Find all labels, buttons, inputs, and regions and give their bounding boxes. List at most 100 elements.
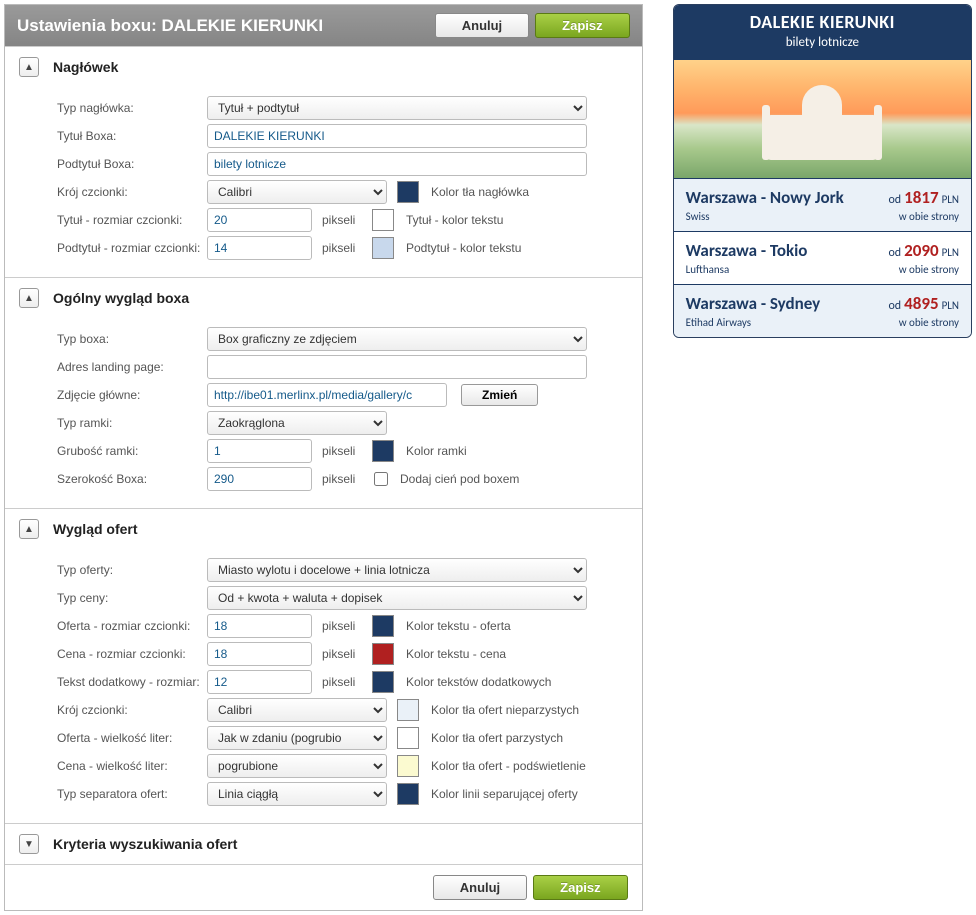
- kroj-select[interactable]: Calibri: [207, 180, 387, 204]
- tytul-size-label: Tytuł - rozmiar czcionki:: [57, 213, 207, 227]
- typ-naglowka-label: Typ nagłówka:: [57, 101, 207, 115]
- toggle-wyglad[interactable]: ▲: [19, 288, 39, 308]
- tytul-color-swatch[interactable]: [372, 209, 394, 231]
- offer-airline: Lufthansa: [686, 263, 808, 276]
- cancel-button-bottom[interactable]: Anuluj: [433, 875, 527, 900]
- cena-color-swatch[interactable]: [372, 643, 394, 665]
- podtytul-color-swatch[interactable]: [372, 237, 394, 259]
- podtytul-size-input[interactable]: [207, 236, 312, 260]
- even-bg-swatch[interactable]: [397, 727, 419, 749]
- settings-panel: Ustawienia boxu: DALEKIE KIERUNKI Anuluj…: [4, 4, 643, 911]
- offer-item[interactable]: Warszawa - SydneyEtihad Airwaysod4895PLN…: [674, 284, 971, 337]
- offer-note: w obie strony: [888, 210, 959, 223]
- px-u6: pikseli: [322, 647, 362, 661]
- oferta-color-swatch[interactable]: [372, 615, 394, 637]
- offer-airline: Etihad Airways: [686, 316, 821, 329]
- zdjecie-input[interactable]: [207, 383, 447, 407]
- oferta-color-label: Kolor tekstu - oferta: [406, 619, 511, 633]
- highlight-bg-label: Kolor tła ofert - podświetlenie: [431, 759, 586, 773]
- preview-header: DALEKIE KIERUNKI bilety lotnicze: [674, 5, 971, 60]
- offer-price: od2090PLN: [888, 240, 959, 261]
- typ-ramki-select[interactable]: Zaokrąglona: [207, 411, 387, 435]
- sep-color-swatch[interactable]: [397, 783, 419, 805]
- odd-bg-label: Kolor tła ofert nieparzystych: [431, 703, 579, 717]
- cien-label: Dodaj cień pod boxem: [400, 472, 519, 486]
- offer-note: w obie strony: [888, 263, 959, 276]
- section-title-naglowek: Nagłówek: [53, 59, 118, 75]
- header-prefix: Ustawienia boxu:: [17, 16, 162, 35]
- tytul-size-input[interactable]: [207, 208, 312, 232]
- ramka-color-swatch[interactable]: [372, 440, 394, 462]
- typ-naglowka-select[interactable]: Tytuł + podtytuł: [207, 96, 587, 120]
- dod-color-label: Kolor tekstów dodatkowych: [406, 675, 551, 689]
- offer-item[interactable]: Warszawa - Tokio Lufthansa od2090PLN w obie…: [674, 231, 971, 284]
- toggle-ofert[interactable]: ▲: [19, 519, 39, 539]
- odd-bg-swatch[interactable]: [397, 699, 419, 721]
- toggle-kryteria[interactable]: ▼: [19, 834, 39, 854]
- cena-color-label: Kolor tekstu - cena: [406, 647, 506, 661]
- sep-label: Typ separatora ofert:: [57, 787, 207, 801]
- save-button-bottom[interactable]: Zapisz: [533, 875, 627, 900]
- offers-list: Warszawa - Nowy JorkSwissod1817PLNw obie…: [674, 178, 971, 337]
- typ-oferty-select[interactable]: Miasto wylotu i docelowe + linia lotnicz…: [207, 558, 587, 582]
- dod-color-swatch[interactable]: [372, 671, 394, 693]
- szer-input[interactable]: [207, 467, 312, 491]
- podtytul-label: Podtytuł Boxa:: [57, 157, 207, 171]
- px-unit4: pikseli: [322, 472, 362, 486]
- typ-boxa-select[interactable]: Box graficzny ze zdjęciem: [207, 327, 587, 351]
- cena-litery-select[interactable]: pogrubione: [207, 754, 387, 778]
- podtytul-input[interactable]: [207, 152, 587, 176]
- landing-label: Adres landing page:: [57, 360, 207, 374]
- typ-ceny-label: Typ ceny:: [57, 591, 207, 605]
- offer-price: od1817PLN: [888, 187, 959, 208]
- cena-litery-label: Cena - wielkość liter:: [57, 759, 207, 773]
- dod-size-label: Tekst dodatkowy - rozmiar:: [57, 675, 207, 689]
- offer-airline: Swiss: [686, 210, 844, 223]
- cena-size-label: Cena - rozmiar czcionki:: [57, 647, 207, 661]
- section-title-wyglad: Ogólny wygląd boxa: [53, 290, 189, 306]
- preview-image: [674, 60, 971, 178]
- szer-label: Szerokość Boxa:: [57, 472, 207, 486]
- save-button-top[interactable]: Zapisz: [535, 13, 629, 38]
- highlight-bg-swatch[interactable]: [397, 755, 419, 777]
- change-image-button[interactable]: Zmień: [461, 384, 538, 406]
- px-unit: pikseli: [322, 213, 362, 227]
- tytul-input[interactable]: [207, 124, 587, 148]
- preview-subtitle: bilety lotnicze: [682, 35, 963, 50]
- offer-item[interactable]: Warszawa - Nowy JorkSwissod1817PLNw obie…: [674, 178, 971, 231]
- cien-checkbox[interactable]: [374, 472, 388, 486]
- grubosc-input[interactable]: [207, 439, 312, 463]
- header-bg-label: Kolor tła nagłówka: [431, 185, 529, 199]
- typ-ceny-select[interactable]: Od + kwota + waluta + dopisek: [207, 586, 587, 610]
- sep-select[interactable]: Linia ciągłą: [207, 782, 387, 806]
- landing-input[interactable]: [207, 355, 587, 379]
- panel-header: Ustawienia boxu: DALEKIE KIERUNKI Anuluj…: [5, 5, 642, 46]
- px-unit2: pikseli: [322, 241, 362, 255]
- cena-size-input[interactable]: [207, 642, 312, 666]
- header-bg-swatch[interactable]: [397, 181, 419, 203]
- cancel-button-top[interactable]: Anuluj: [435, 13, 529, 38]
- offer-note: w obie strony: [888, 316, 959, 329]
- kroj-label: Krój czcionki:: [57, 185, 207, 199]
- podtytul-size-label: Podtytuł - rozmiar czcionki:: [57, 241, 207, 255]
- typ-ramki-label: Typ ramki:: [57, 416, 207, 430]
- litery-select[interactable]: Jak w zdaniu (pogrubio: [207, 726, 387, 750]
- toggle-naglowek[interactable]: ▲: [19, 57, 39, 77]
- sep-color-label: Kolor linii separującej oferty: [431, 787, 578, 801]
- typ-oferty-label: Typ oferty:: [57, 563, 207, 577]
- preview-title: DALEKIE KIERUNKI: [682, 11, 963, 33]
- offer-route: Warszawa - Tokio: [686, 240, 808, 261]
- even-bg-label: Kolor tła ofert parzystych: [431, 731, 563, 745]
- litery-label: Oferta - wielkość liter:: [57, 731, 207, 745]
- oferta-size-input[interactable]: [207, 614, 312, 638]
- px-u7: pikseli: [322, 675, 362, 689]
- section-title-ofert: Wygląd ofert: [53, 521, 138, 537]
- ramka-color-label: Kolor ramki: [406, 444, 467, 458]
- zdjecie-label: Zdjęcie główne:: [57, 388, 207, 402]
- dod-size-input[interactable]: [207, 670, 312, 694]
- podtytul-color-label: Podtytuł - kolor tekstu: [406, 241, 521, 255]
- kroj2-select[interactable]: Calibri: [207, 698, 387, 722]
- preview-box: DALEKIE KIERUNKI bilety lotnicze Warszaw…: [673, 4, 972, 338]
- px-u5: pikseli: [322, 619, 362, 633]
- typ-boxa-label: Typ boxa:: [57, 332, 207, 346]
